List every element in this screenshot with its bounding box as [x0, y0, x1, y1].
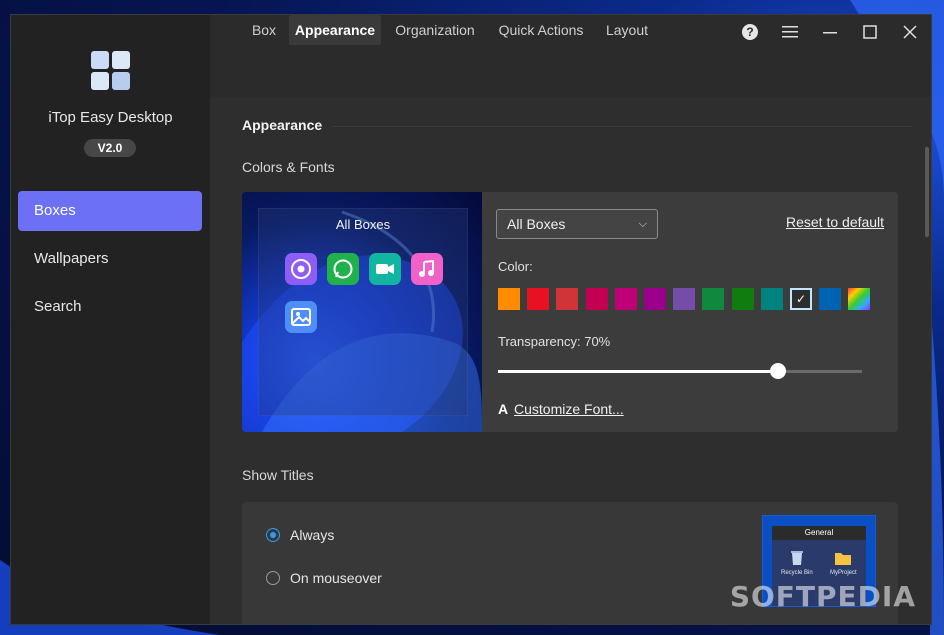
sidebar: iTop Easy Desktop V2.0 Boxes Wallpapers … — [11, 15, 210, 624]
color-label: Color: — [498, 259, 533, 274]
slider-thumb[interactable] — [770, 363, 787, 379]
radio-on-mouseover-label[interactable]: On mouseover — [290, 570, 382, 586]
color-swatch[interactable]: ✓ — [790, 288, 812, 310]
recycle-bin-label: Recycle Bin — [781, 570, 813, 576]
color-swatch[interactable] — [498, 288, 520, 310]
show-titles-title: Show Titles — [242, 467, 314, 483]
colors-fonts-title: Colors & Fonts — [242, 159, 335, 175]
minimize-icon[interactable] — [818, 21, 842, 43]
app-name: iTop Easy Desktop — [48, 109, 173, 126]
color-swatch[interactable] — [585, 288, 608, 310]
chevron-down-icon: ⌵ — [638, 218, 647, 230]
tab-box[interactable]: Box — [243, 15, 285, 45]
color-swatch[interactable] — [673, 288, 696, 310]
color-controls: All Boxes ⌵ Reset to default Color: ✓ Tr… — [482, 192, 898, 432]
custom-color-picker-icon[interactable] — [848, 288, 871, 310]
box-select-value: All Boxes — [507, 216, 566, 232]
color-swatch[interactable] — [527, 288, 550, 310]
photos-icon — [285, 301, 317, 333]
transparency-label: Transparency: 70% — [498, 334, 611, 349]
sidebar-item-boxes[interactable]: Boxes — [18, 191, 202, 231]
color-swatch[interactable] — [731, 288, 754, 310]
tab-organization[interactable]: Organization — [389, 15, 481, 45]
close-icon[interactable] — [898, 21, 922, 43]
recycle-bin-icon — [791, 551, 803, 565]
maximize-icon[interactable] — [858, 21, 882, 43]
whatsapp-icon — [327, 253, 359, 285]
music-icon — [411, 253, 443, 285]
box-preview: All Boxes — [242, 192, 482, 432]
color-swatch[interactable] — [760, 288, 783, 310]
section-title-appearance: Appearance — [242, 117, 323, 133]
video-call-icon — [369, 253, 401, 285]
folder-icon — [835, 553, 851, 565]
slider-fill — [498, 370, 779, 373]
font-icon: A — [498, 401, 509, 417]
radio-always[interactable] — [266, 528, 280, 542]
hamburger-menu-icon[interactable] — [778, 21, 802, 43]
radio-always-label[interactable]: Always — [290, 527, 334, 543]
myproject-label: MyProject — [830, 570, 857, 576]
customize-font-link[interactable]: Customize Font... — [514, 401, 624, 417]
transparency-slider[interactable] — [498, 363, 862, 379]
version-badge: V2.0 — [84, 139, 136, 157]
radio-on-mouseover[interactable] — [266, 571, 280, 585]
svg-text:?: ? — [746, 25, 753, 39]
chrome-icon — [285, 253, 317, 285]
box-select-dropdown[interactable]: All Boxes ⌵ — [496, 209, 658, 239]
scrollbar[interactable] — [925, 147, 929, 237]
color-swatch[interactable] — [614, 288, 637, 310]
color-swatch[interactable] — [556, 288, 579, 310]
sidebar-item-search[interactable]: Search — [18, 287, 202, 327]
reset-to-default-link[interactable]: Reset to default — [786, 214, 884, 230]
appearance-panel: Appearance Colors & Fonts All Boxes All … — [210, 97, 931, 624]
preview-box-title: All Boxes — [335, 217, 391, 232]
preview-box: All Boxes — [258, 208, 468, 416]
section-divider — [332, 126, 912, 127]
color-swatch[interactable] — [819, 288, 842, 310]
tab-appearance[interactable]: Appearance — [289, 15, 381, 45]
color-swatch[interactable] — [702, 288, 725, 310]
softpedia-watermark: SOFTPEDIA — [729, 580, 916, 613]
tab-layout[interactable]: Layout — [601, 15, 653, 45]
colors-fonts-card: All Boxes All Boxes ⌵ Reset to default C… — [242, 192, 898, 432]
app-window: iTop Easy Desktop V2.0 Boxes Wallpapers … — [10, 14, 932, 625]
sidebar-item-wallpapers[interactable]: Wallpapers — [18, 239, 202, 279]
app-logo-icon — [91, 51, 131, 91]
title-preview-header: General — [772, 526, 866, 540]
tab-quick-actions[interactable]: Quick Actions — [493, 15, 589, 45]
help-icon[interactable]: ? — [738, 21, 762, 43]
color-swatch[interactable] — [644, 288, 666, 310]
